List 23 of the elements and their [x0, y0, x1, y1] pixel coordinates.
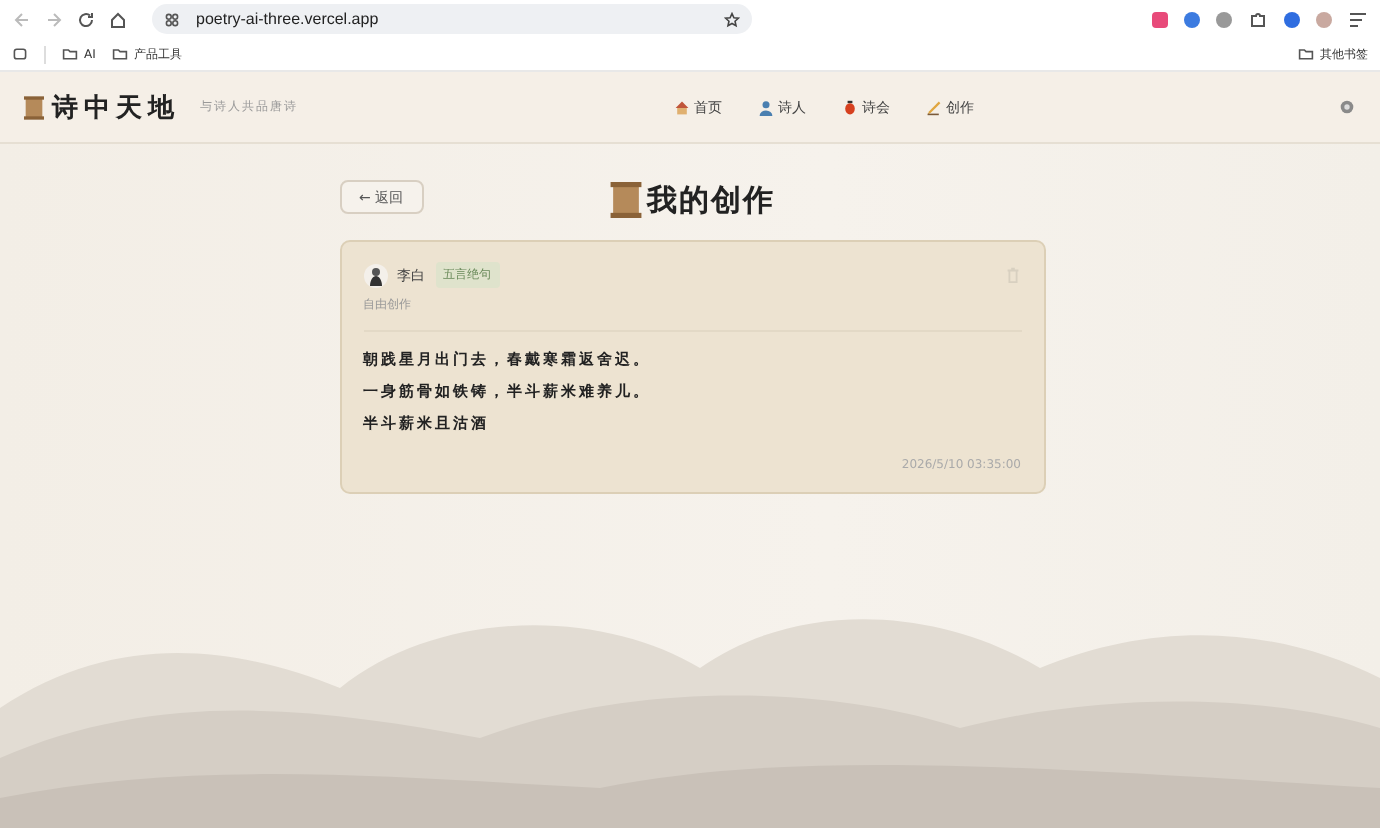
- page-title: 我的创作: [647, 181, 775, 219]
- avatar-icon: [363, 263, 387, 287]
- scroll-icon: [24, 95, 44, 119]
- folder-icon: [111, 46, 128, 62]
- url-text: poetry-ai-three.vercel.app: [196, 10, 381, 28]
- folder-icon: [62, 46, 78, 62]
- folder-icon: [1298, 46, 1314, 62]
- apps-icon[interactable]: [12, 46, 28, 62]
- person-icon: [758, 99, 774, 115]
- writing-hand-icon: [926, 99, 942, 115]
- lantern-icon: [842, 99, 858, 115]
- house-icon: [674, 99, 690, 115]
- site-settings-icon[interactable]: [164, 11, 180, 27]
- address-bar[interactable]: poetry-ai-three.vercel.app: [152, 4, 752, 34]
- scroll-icon: [609, 182, 641, 218]
- puzzle-icon[interactable]: [1248, 9, 1268, 29]
- settings-icon[interactable]: [1338, 98, 1356, 116]
- reload-icon[interactable]: [76, 9, 96, 29]
- home-icon[interactable]: [108, 9, 128, 29]
- site-logo[interactable]: 诗中天地: [52, 89, 180, 125]
- extension-icon[interactable]: [1284, 11, 1300, 27]
- bookmark-star-icon[interactable]: [724, 11, 740, 27]
- menu-icon[interactable]: [1348, 9, 1368, 29]
